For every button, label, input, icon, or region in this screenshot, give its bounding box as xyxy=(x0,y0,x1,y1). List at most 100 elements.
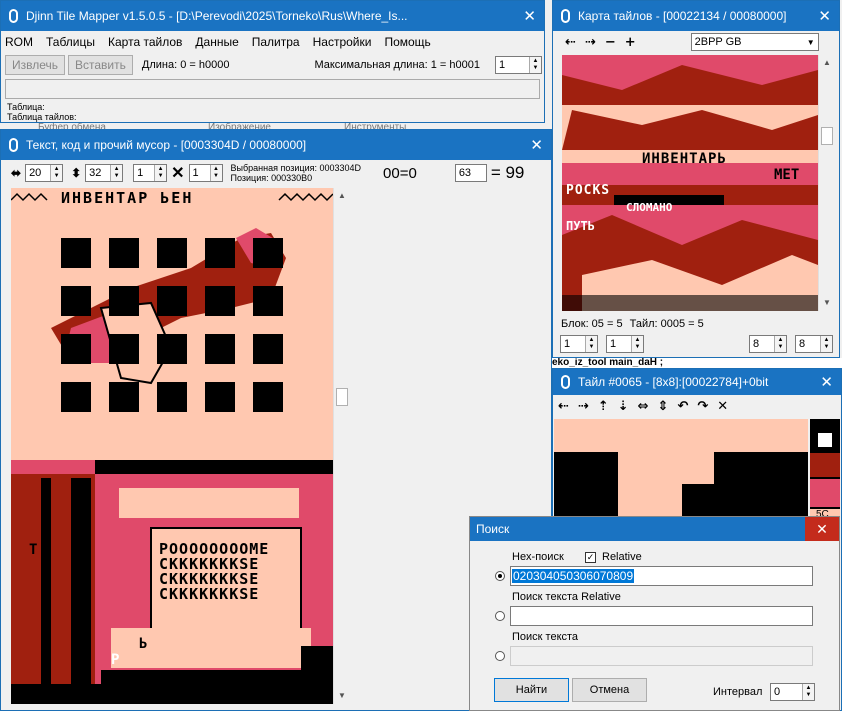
pixel-block xyxy=(714,452,808,492)
tile-titlebar[interactable]: Тайл #0065 - [8x8]:[00022784]+0bit ✕ xyxy=(553,369,841,395)
shift-down-icon[interactable]: ⇣ xyxy=(618,399,629,414)
close-icon[interactable]: ✕ xyxy=(808,7,831,25)
text-canvas[interactable]: ИНВЕНТАР ЬЕН РООООООООМЕ СКККККККSЕ СККК… xyxy=(11,188,333,704)
toolbar: Извлечь Вставить Длина: 0 = h0000 Максим… xyxy=(1,53,544,77)
main-titlebar[interactable]: Djinn Tile Mapper v1.5.0.5 - [D:\Perevod… xyxy=(1,1,544,31)
palette-swatch-rose[interactable] xyxy=(810,479,840,507)
spinner-1[interactable]: 1 ▲ ▼ xyxy=(560,335,598,353)
microphone-icon xyxy=(9,138,18,152)
item-slot xyxy=(253,334,283,364)
relative-checkbox[interactable]: ✓ xyxy=(585,552,596,563)
position-info: Выбранная позиция: 0003304D Позиция: 000… xyxy=(231,163,361,183)
menu-data[interactable]: Данные xyxy=(195,35,238,49)
value1-spinner[interactable]: 1 ▲ ▼ xyxy=(133,164,168,182)
item-slot xyxy=(109,382,139,412)
cancel-button[interactable]: Отмена xyxy=(572,678,647,702)
tilemap-titlebar[interactable]: Карта тайлов - [00022134 / 00080000] ✕ xyxy=(553,1,839,31)
text-relative-radio[interactable] xyxy=(495,611,505,621)
text-relative-input[interactable] xyxy=(510,606,813,626)
item-slot xyxy=(109,286,139,316)
rotate-right-icon[interactable]: ↷ xyxy=(697,399,708,414)
scroll-up-icon[interactable]: ▲ xyxy=(819,55,835,71)
menu-palette[interactable]: Палитра xyxy=(252,35,300,49)
shift-right-icon[interactable]: ⇢ xyxy=(578,399,589,414)
chevron-down-icon: ▼ xyxy=(806,37,815,47)
tilemap-spinners: 1 ▲ ▼ 1 ▲ ▼ 8 ▲ ▼ 8 ▲ ▼ xyxy=(560,335,836,355)
tilemap-window: Карта тайлов - [00022134 / 00080000] ✕ ⇠… xyxy=(552,0,840,358)
text-relative-label: Поиск текста Relative xyxy=(512,591,621,603)
width-arrows-icon: ⬌ xyxy=(11,166,22,180)
close-icon[interactable]: ✕ xyxy=(810,373,833,391)
scroll-down-icon[interactable]: ▼ xyxy=(334,688,350,704)
spinner-3[interactable]: 8 ▲ ▼ xyxy=(749,335,787,353)
palette-swatch[interactable] xyxy=(818,433,832,447)
scroll-thumb[interactable] xyxy=(336,388,348,406)
hex-equal: 00=0 xyxy=(383,164,417,182)
text-radio[interactable] xyxy=(495,651,505,661)
item-slot xyxy=(61,334,91,364)
text-field[interactable] xyxy=(5,79,540,99)
menu-settings[interactable]: Настройки xyxy=(313,35,372,49)
search-titlebar[interactable]: Поиск ✕ xyxy=(470,517,839,541)
code-field[interactable]: 63 xyxy=(454,164,487,182)
menu-help[interactable]: Помощь xyxy=(384,35,430,49)
format-select[interactable]: 2BPP GB ▼ xyxy=(690,33,819,51)
scroll-thumb[interactable] xyxy=(821,127,833,145)
item-slot xyxy=(61,238,91,268)
flip-horizontal-icon[interactable]: ⇔ xyxy=(638,399,649,414)
menu-tables[interactable]: Таблицы xyxy=(46,35,95,49)
letter-p: Р xyxy=(111,652,120,668)
plus-icon[interactable]: + xyxy=(625,35,636,50)
tile-title: Тайл #0065 - [8x8]:[00022784]+0bit xyxy=(578,375,769,389)
text-toolbar: ⬌ 20 ▲ ▼ ⬍ 32 ▲ ▼ 1 ▲ ▼ ✕ 1 ▲ ▼ Выбранная позици… xyxy=(1,160,551,186)
tilemap-toolbar: ⇠ ⇢ − + 2BPP GB ▼ xyxy=(553,31,839,53)
height-arrows-icon: ⬍ xyxy=(71,166,82,180)
microphone-icon xyxy=(9,9,18,23)
maxlen-spinner[interactable]: 1 ▲ ▼ xyxy=(495,56,543,74)
rotate-left-icon[interactable]: ↶ xyxy=(677,399,688,414)
menu-rom[interactable]: ROM xyxy=(5,35,33,49)
spinner-4[interactable]: 8 ▲ ▼ xyxy=(795,335,833,353)
background-text: eko_iz_tool main_daН ; xyxy=(552,358,842,368)
menu-tilemap[interactable]: Карта тайлов xyxy=(108,35,182,49)
item-slot xyxy=(109,334,139,364)
item-slot xyxy=(157,286,187,316)
block-info: Блок: 05 = 5 xyxy=(561,318,623,330)
insert-button[interactable]: Вставить xyxy=(68,55,133,75)
close-icon[interactable]: ✕ xyxy=(805,517,839,541)
hex-radio[interactable] xyxy=(495,571,505,581)
text-input[interactable] xyxy=(510,646,813,666)
tilemap-scrollbar[interactable]: ▲ ▼ xyxy=(818,55,835,311)
arrow-right-icon[interactable]: ⇢ xyxy=(585,35,596,50)
multiply-icon: ✕ xyxy=(171,165,185,182)
find-button[interactable]: Найти xyxy=(494,678,569,702)
height-spinner[interactable]: 32 ▲ ▼ xyxy=(85,164,124,182)
width-spinner[interactable]: 20 ▲ ▼ xyxy=(25,164,64,182)
extract-button[interactable]: Извлечь xyxy=(5,55,66,75)
menu-bar: ROM Таблицы Карта тайлов Данные Палитра … xyxy=(1,31,544,53)
scroll-down-icon[interactable]: ▼ xyxy=(819,295,835,311)
flip-vertical-icon[interactable]: ⇕ xyxy=(658,399,669,414)
text-titlebar[interactable]: Текст, код и прочий мусор - [0003304D / … xyxy=(1,130,551,160)
value2-spinner[interactable]: 1 ▲ ▼ xyxy=(188,164,223,182)
garbage-text: РООООООООМЕ СКККККККSЕ СКККККККSЕ СККККК… xyxy=(159,540,270,603)
close-icon[interactable]: ✕ xyxy=(520,136,543,154)
shift-left-icon[interactable]: ⇠ xyxy=(558,399,569,414)
clear-icon[interactable]: ✕ xyxy=(717,399,728,414)
shift-up-icon[interactable]: ⇡ xyxy=(598,399,609,414)
scroll-up-icon[interactable]: ▲ xyxy=(334,188,350,204)
item-slot xyxy=(205,334,235,364)
spinner-2[interactable]: 1 ▲ ▼ xyxy=(606,335,644,353)
letter-b: Ь xyxy=(139,636,148,652)
tile-info: Тайл: 0005 = 5 xyxy=(629,318,704,330)
minus-icon[interactable]: − xyxy=(605,35,616,50)
arrow-left-icon[interactable]: ⇠ xyxy=(565,35,576,50)
search-dialog: Поиск ✕ Hex-поиск ✓ Relative 02030405030… xyxy=(469,516,840,711)
text-scrollbar[interactable]: ▲ ▼ xyxy=(333,188,350,704)
item-slot xyxy=(253,286,283,316)
item-slot xyxy=(109,238,139,268)
tilemap-canvas[interactable]: ИНВЕНТАРЬ МЕТ РОСКS СЛОМАНО ПУТЬ xyxy=(562,55,818,311)
palette-swatch-dark-red[interactable] xyxy=(810,453,840,477)
close-icon[interactable]: ✕ xyxy=(513,7,536,25)
interval-spinner[interactable]: 0 ▲ ▼ xyxy=(770,683,815,701)
